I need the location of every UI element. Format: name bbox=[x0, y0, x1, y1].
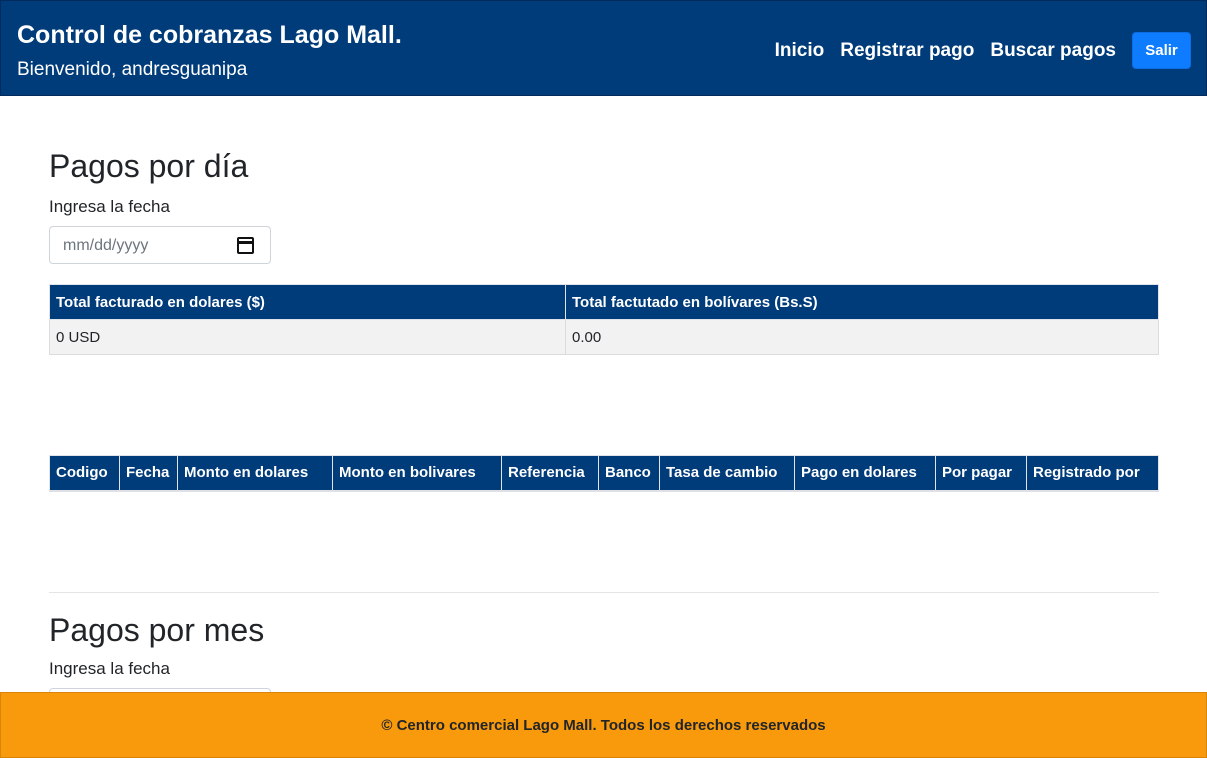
daily-date-placeholder: mm/dd/yyyy bbox=[63, 237, 149, 254]
col-monto-dolares: Monto en dolares bbox=[177, 455, 333, 491]
section-divider bbox=[49, 592, 1159, 593]
daily-date-input[interactable]: mm/dd/yyyy bbox=[49, 226, 271, 264]
col-por-pagar: Por pagar bbox=[935, 455, 1027, 491]
total-dollars-value: 0 USD bbox=[49, 319, 566, 355]
col-fecha: Fecha bbox=[119, 455, 178, 491]
footer-copyright: © Centro comercial Lago Mall. Todos los … bbox=[381, 716, 826, 734]
totals-header-dollars: Total facturado en dolares ($) bbox=[49, 284, 566, 320]
daily-date-label: Ingresa la fecha bbox=[49, 197, 170, 216]
nav-inicio-link[interactable]: Inicio bbox=[775, 40, 825, 62]
col-banco: Banco bbox=[598, 455, 660, 491]
totals-table: Total facturado en dolares ($) Total fac… bbox=[49, 284, 1159, 355]
nav-buscar-pagos-link[interactable]: Buscar pagos bbox=[990, 40, 1116, 62]
welcome-text: Bienvenido, andresguanipa bbox=[17, 59, 248, 80]
totals-header-bolivares: Total factutado en bolívares (Bs.S) bbox=[565, 284, 1159, 320]
col-tasa-cambio: Tasa de cambio bbox=[659, 455, 795, 491]
col-registrado-por: Registrado por bbox=[1026, 455, 1159, 491]
col-pago-dolares: Pago en dolares bbox=[794, 455, 936, 491]
table-row: 0 USD 0.00 bbox=[49, 319, 1159, 355]
monthly-payments-title: Pagos por mes bbox=[49, 612, 265, 648]
nav-links: Inicio Registrar pago Buscar pagos Salir bbox=[775, 32, 1191, 69]
calendar-icon[interactable] bbox=[237, 237, 254, 254]
top-navbar: Control de cobranzas Lago Mall. Bienveni… bbox=[0, 0, 1207, 96]
monthly-date-label: Ingresa la fecha bbox=[49, 659, 170, 678]
col-referencia: Referencia bbox=[501, 455, 599, 491]
nav-registrar-pago-link[interactable]: Registrar pago bbox=[840, 40, 974, 62]
payments-table: Codigo Fecha Monto en dolares Monto en b… bbox=[49, 455, 1159, 492]
footer: © Centro comercial Lago Mall. Todos los … bbox=[0, 692, 1207, 758]
logout-button[interactable]: Salir bbox=[1132, 32, 1191, 69]
col-monto-bolivares: Monto en bolivares bbox=[332, 455, 502, 491]
total-bolivares-value: 0.00 bbox=[565, 319, 1159, 355]
app-title: Control de cobranzas Lago Mall. bbox=[17, 21, 402, 49]
col-codigo: Codigo bbox=[49, 455, 120, 491]
daily-payments-title: Pagos por día bbox=[49, 148, 249, 184]
